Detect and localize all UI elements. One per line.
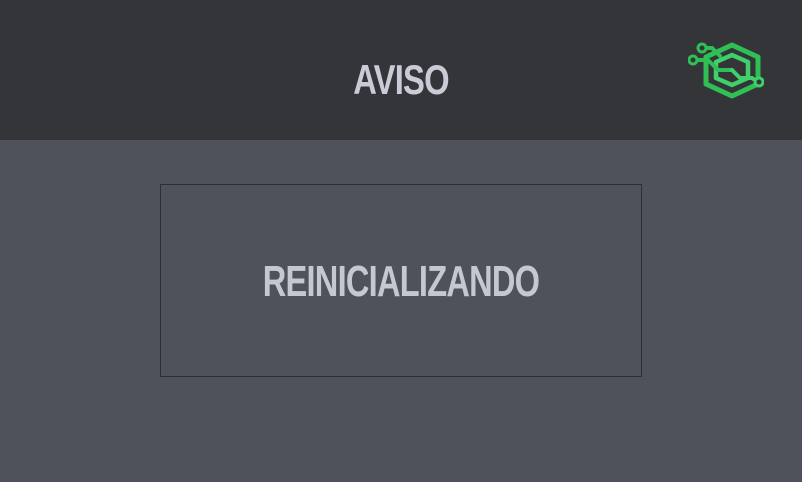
page-title: AVISO	[353, 56, 449, 103]
status-message: REINICIALIZANDO	[262, 257, 540, 306]
warning-screen: AVISO REINICIALIZANDO	[0, 0, 802, 482]
circuit-hexagon-logo-icon	[688, 42, 764, 99]
status-message-box: REINICIALIZANDO	[160, 184, 642, 377]
header-bar: AVISO	[0, 0, 802, 140]
